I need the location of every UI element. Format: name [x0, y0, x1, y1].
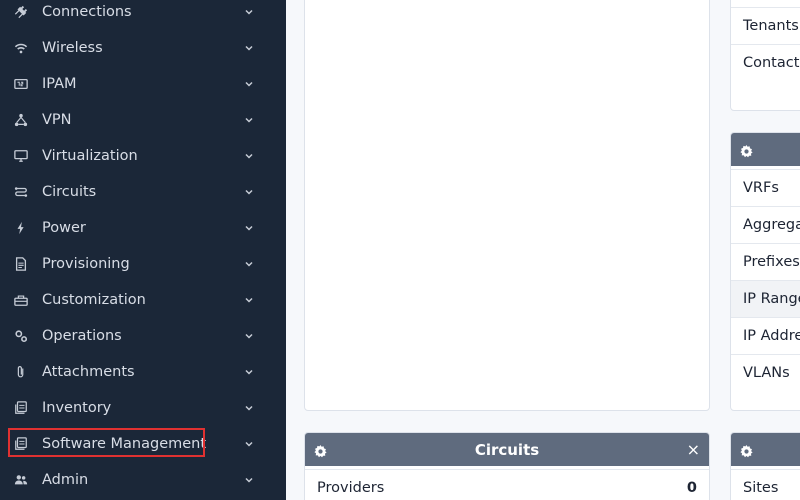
sidebar-item-label: Virtualization: [42, 148, 138, 164]
sidebar-item-label: Admin: [42, 472, 89, 488]
sidebar-item-inventory[interactable]: Inventory: [0, 390, 286, 426]
chevron-down-icon[interactable]: [244, 475, 254, 485]
chevron-down-icon[interactable]: [244, 187, 254, 197]
circuits-widget: Circuits × Providers 0: [304, 432, 710, 500]
sidebar-item-label: VPN: [42, 112, 72, 128]
chevron-down-icon[interactable]: [244, 295, 254, 305]
row-label: Prefixes: [743, 254, 800, 270]
widget-title: Circuits: [474, 440, 540, 459]
row-label: IP Range: [743, 291, 800, 307]
cogs-icon: [14, 329, 28, 343]
sidebar-item-label: Inventory: [42, 400, 112, 416]
selection-highlight: [8, 428, 205, 457]
row-label: VRFs: [743, 180, 779, 196]
paperclip-icon: [14, 365, 28, 379]
widget-header: [731, 433, 800, 466]
sidebar-item-label: Customization: [42, 292, 146, 308]
sidebar-item-vpn[interactable]: VPN: [0, 102, 286, 138]
chevron-down-icon[interactable]: [244, 403, 254, 413]
chevron-down-icon[interactable]: [244, 259, 254, 269]
row-label: IP Addre: [743, 328, 800, 344]
row-label: Tenants: [743, 18, 799, 34]
network-icon: [14, 113, 28, 127]
lightning-icon: [14, 221, 28, 235]
ipam-widget: VRFs Aggrega Prefixes IP Range IP Addre …: [730, 132, 800, 411]
sidebar-item-virtualization[interactable]: Virtualization: [0, 138, 286, 174]
transit-icon: [14, 185, 28, 199]
wifi-icon: [14, 41, 28, 55]
list-item[interactable]: IP Range: [731, 280, 800, 317]
sidebar-item-provisioning[interactable]: Provisioning: [0, 246, 286, 282]
row-label: VLANs: [743, 365, 790, 381]
list-item[interactable]: Tenants: [731, 7, 800, 44]
counter-icon: [14, 77, 28, 91]
chevron-down-icon[interactable]: [244, 331, 254, 341]
sidebar-item-connections[interactable]: Connections: [0, 0, 286, 30]
sidebar-item-power[interactable]: Power: [0, 210, 286, 246]
list-item[interactable]: Sites: [731, 469, 800, 500]
sidebar-item-circuits[interactable]: Circuits: [0, 174, 286, 210]
close-icon[interactable]: ×: [687, 440, 700, 459]
list-item[interactable]: VLANs: [731, 354, 800, 391]
list-item[interactable]: VRFs: [731, 169, 800, 206]
chevron-down-icon[interactable]: [244, 367, 254, 377]
monitor-icon: [14, 149, 28, 163]
sidebar-item-customization[interactable]: Customization: [0, 282, 286, 318]
sidebar-item-label: Provisioning: [42, 256, 130, 272]
dcim-widget: Sites: [730, 432, 800, 500]
chevron-down-icon[interactable]: [244, 439, 254, 449]
chevron-down-icon[interactable]: [244, 7, 254, 17]
blank-widget: [304, 0, 710, 411]
sidebar-item-label: Attachments: [42, 364, 135, 380]
table-row[interactable]: Providers 0: [305, 469, 709, 500]
sidebar-item-label: Power: [42, 220, 86, 236]
chevron-down-icon[interactable]: [244, 223, 254, 233]
sidebar-item-ipam[interactable]: IPAM: [0, 66, 286, 102]
row-label: Contacts: [743, 55, 800, 71]
list-item[interactable]: Aggrega: [731, 206, 800, 243]
sidebar-item-label: Operations: [42, 328, 122, 344]
sidebar-item-label: IPAM: [42, 76, 77, 92]
list-item[interactable]: IP Addre: [731, 317, 800, 354]
chevron-down-icon[interactable]: [244, 115, 254, 125]
organization-widget: Tenants Contacts: [730, 0, 800, 111]
gear-icon[interactable]: [740, 443, 753, 458]
plug-icon: [14, 5, 28, 19]
sidebar: Connections Wireless IPAM VPN Virtualiza…: [0, 0, 286, 500]
account-group-icon: [14, 473, 28, 487]
row-label: Aggrega: [743, 217, 800, 233]
row-label: Sites: [743, 480, 779, 496]
sidebar-item-wireless[interactable]: Wireless: [0, 30, 286, 66]
list-item[interactable]: Contacts: [731, 44, 800, 81]
sidebar-item-label: Connections: [42, 4, 132, 20]
row-count: 0: [686, 480, 697, 496]
chevron-down-icon[interactable]: [244, 79, 254, 89]
widget-header: [731, 133, 800, 166]
toolbox-icon: [14, 293, 28, 307]
chevron-down-icon[interactable]: [244, 43, 254, 53]
list-item[interactable]: Prefixes: [731, 243, 800, 280]
sidebar-item-operations[interactable]: Operations: [0, 318, 286, 354]
sidebar-item-label: Circuits: [42, 184, 97, 200]
sidebar-item-label: Wireless: [42, 40, 103, 56]
sidebar-item-admin[interactable]: Admin: [0, 462, 286, 498]
widget-header: Circuits ×: [305, 433, 709, 466]
gear-icon[interactable]: [740, 143, 753, 158]
file-document-icon: [14, 257, 28, 271]
row-label: Providers: [317, 480, 385, 496]
inventory-icon: [14, 401, 28, 415]
sidebar-item-attachments[interactable]: Attachments: [0, 354, 286, 390]
chevron-down-icon[interactable]: [244, 151, 254, 161]
